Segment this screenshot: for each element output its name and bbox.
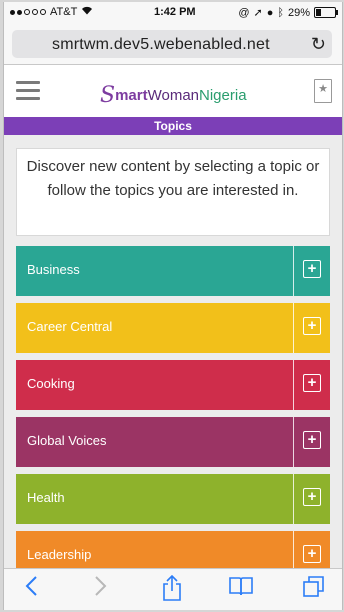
back-icon[interactable]: [24, 575, 38, 603]
follow-topic-button[interactable]: +: [293, 474, 330, 524]
topic-row[interactable]: Cooking +: [16, 360, 330, 410]
battery-percent: 29%: [287, 6, 310, 19]
topic-list: Business + Career Central + Cooking + Global V…: [16, 246, 330, 588]
logo-woman: Woman: [147, 87, 200, 104]
status-bar: AT&T 1:42 PM @ ➚ ● ᛒ 29%: [4, 2, 342, 24]
plus-icon: +: [303, 317, 321, 335]
wifi-icon: [81, 6, 93, 18]
bookmark-icon[interactable]: ★: [314, 79, 332, 103]
follow-topic-button[interactable]: +: [293, 303, 330, 353]
follow-topic-button[interactable]: +: [293, 246, 330, 296]
forward-icon[interactable]: [94, 575, 108, 603]
topic-row[interactable]: Global Voices +: [16, 417, 330, 467]
bluetooth-icon: ᛒ: [277, 6, 284, 19]
menu-icon[interactable]: [16, 81, 40, 101]
follow-topic-button[interactable]: +: [293, 360, 330, 410]
carrier-label: AT&T: [50, 6, 78, 18]
topics-header: Topics: [4, 117, 342, 135]
status-time: 1:42 PM: [154, 6, 196, 18]
url-field[interactable]: smrtwm.dev5.webenabled.net ↻: [12, 30, 332, 58]
topic-label[interactable]: Business: [27, 262, 80, 277]
logo-s: S: [100, 83, 116, 108]
bookmarks-book-icon[interactable]: [228, 575, 254, 603]
plus-icon: +: [303, 545, 321, 563]
logo-nigeria: Nigeria: [199, 87, 247, 104]
carrier-group: AT&T: [10, 6, 93, 18]
alarm-icon: ●: [266, 6, 274, 19]
site-logo[interactable]: SmartWomanNigeria: [100, 81, 247, 108]
intro-text: Discover new content by selecting a topi…: [16, 148, 330, 236]
location-icon: @: [238, 6, 250, 19]
follow-topic-button[interactable]: +: [293, 417, 330, 467]
topic-row[interactable]: Business +: [16, 246, 330, 296]
topic-label[interactable]: Health: [27, 490, 65, 505]
topic-label[interactable]: Career Central: [27, 319, 112, 334]
status-right-group: @ ➚ ● ᛒ 29%: [238, 6, 338, 19]
topic-row[interactable]: Health +: [16, 474, 330, 524]
reload-icon[interactable]: ↻: [311, 34, 326, 55]
topic-label[interactable]: Global Voices: [27, 433, 107, 448]
signal-icon: [10, 9, 46, 15]
share-icon[interactable]: [162, 574, 182, 607]
plus-icon: +: [303, 488, 321, 506]
plus-icon: +: [303, 260, 321, 278]
browser-address-bar: smrtwm.dev5.webenabled.net ↻: [4, 24, 342, 65]
logo-smart: mart: [115, 87, 148, 104]
navigation-arrow-icon: ➚: [253, 7, 263, 19]
plus-icon: +: [303, 431, 321, 449]
topic-label[interactable]: Cooking: [27, 376, 75, 391]
battery-icon: [314, 7, 338, 18]
topic-label[interactable]: Leadership: [27, 547, 91, 562]
plus-icon: +: [303, 374, 321, 392]
tabs-icon[interactable]: [302, 575, 326, 605]
browser-toolbar: [4, 568, 342, 610]
phone-screen: AT&T 1:42 PM @ ➚ ● ᛒ 29% smrtwm.dev5.web…: [3, 2, 343, 610]
topic-row[interactable]: Career Central +: [16, 303, 330, 353]
site-header: SmartWomanNigeria ★: [4, 65, 342, 117]
url-text[interactable]: smrtwm.dev5.webenabled.net: [52, 36, 270, 54]
